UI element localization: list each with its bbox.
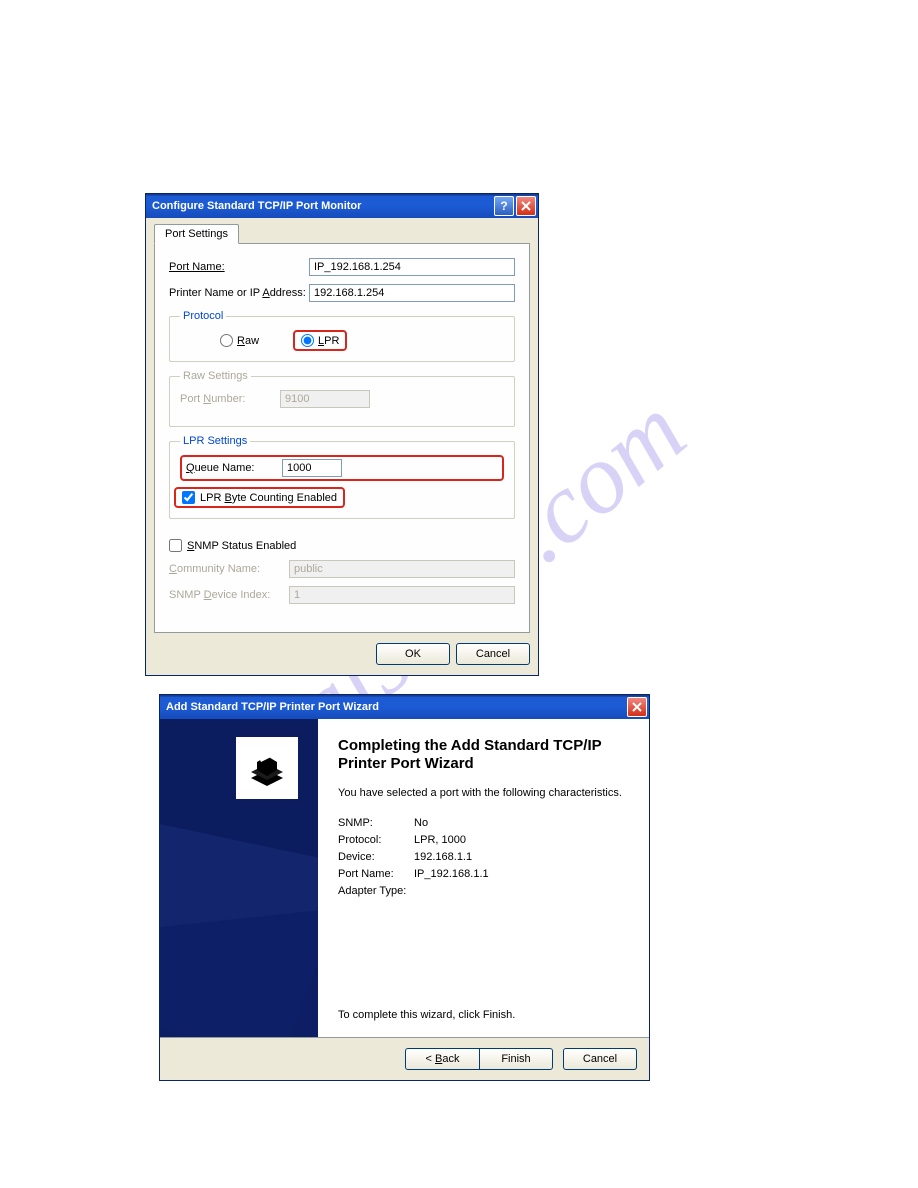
configure-port-dialog: Configure Standard TCP/IP Port Monitor ?… xyxy=(145,193,539,676)
lpr-settings-legend: LPR Settings xyxy=(180,435,250,447)
wizard-heading: Completing the Add Standard TCP/IP Print… xyxy=(338,737,629,773)
cancel-button[interactable]: Cancel xyxy=(563,1048,637,1070)
tab-port-settings[interactable]: Port Settings xyxy=(154,224,239,244)
port-name-input[interactable] xyxy=(309,258,515,276)
dialog-title: Add Standard TCP/IP Printer Port Wizard xyxy=(166,701,627,713)
port-number-input xyxy=(280,390,370,408)
wizard-subtext: You have selected a port with the follow… xyxy=(338,787,629,799)
help-button[interactable]: ? xyxy=(494,196,514,216)
printer-icon xyxy=(236,737,298,799)
device-value: 192.168.1.1 xyxy=(414,851,472,863)
finish-button[interactable]: Finish xyxy=(479,1048,553,1070)
protocol-group: Protocol Raw LPR xyxy=(169,310,515,362)
snmp-label: SNMP: xyxy=(338,817,414,829)
ok-button[interactable]: OK xyxy=(376,643,450,665)
snmp-checkbox[interactable] xyxy=(169,539,182,552)
device-label: Device: xyxy=(338,851,414,863)
printer-address-input[interactable] xyxy=(309,284,515,302)
lpr-byte-counting[interactable]: LPR Byte Counting Enabled xyxy=(182,491,337,504)
port-name-label: Port Name: xyxy=(338,868,414,880)
wizard-main: Completing the Add Standard TCP/IP Print… xyxy=(318,719,649,1037)
close-button[interactable] xyxy=(516,196,536,216)
snmp-status[interactable]: SNMP Status Enabled xyxy=(169,539,515,552)
wizard-summary-table: SNMP:No Protocol:LPR, 1000 Device:192.16… xyxy=(338,817,629,902)
tab-panel: Port Name: Printer Name or IP Address: P… xyxy=(154,243,530,633)
community-label: Community Name: xyxy=(169,563,289,575)
protocol-label: Protocol: xyxy=(338,834,414,846)
dialog-title: Configure Standard TCP/IP Port Monitor xyxy=(152,200,494,212)
radio-raw-input[interactable] xyxy=(220,334,233,347)
snmp-index-input xyxy=(289,586,515,604)
wizard-footer: < Back Finish Cancel xyxy=(160,1037,649,1080)
queue-name-label: Queue Name: xyxy=(186,462,282,474)
lpr-byte-checkbox[interactable] xyxy=(182,491,195,504)
snmp-index-label: SNMP Device Index: xyxy=(169,589,289,601)
adapter-type-label: Adapter Type: xyxy=(338,885,414,897)
port-name-value: IP_192.168.1.1 xyxy=(414,868,489,880)
printer-address-label: Printer Name or IP Address: xyxy=(169,287,309,299)
protocol-legend: Protocol xyxy=(180,310,226,322)
queue-name-input[interactable] xyxy=(282,459,342,477)
snmp-value: No xyxy=(414,817,428,829)
raw-settings-legend: Raw Settings xyxy=(180,370,251,382)
wizard-sidebar xyxy=(160,719,318,1037)
protocol-value: LPR, 1000 xyxy=(414,834,466,846)
radio-lpr-input[interactable] xyxy=(301,334,314,347)
lpr-settings-group: LPR Settings Queue Name: LPR Byte Counti… xyxy=(169,435,515,519)
add-port-wizard-dialog: Add Standard TCP/IP Printer Port Wizard … xyxy=(159,694,650,1081)
port-name-label: Port Name: xyxy=(169,261,309,273)
close-button[interactable] xyxy=(627,697,647,717)
radio-lpr[interactable]: LPR xyxy=(301,334,339,347)
community-input xyxy=(289,560,515,578)
titlebar[interactable]: Configure Standard TCP/IP Port Monitor ? xyxy=(146,194,538,218)
port-number-label: Port Number: xyxy=(180,393,280,405)
radio-raw[interactable]: Raw xyxy=(220,334,259,347)
cancel-button[interactable]: Cancel xyxy=(456,643,530,665)
back-button[interactable]: < Back xyxy=(405,1048,479,1070)
titlebar[interactable]: Add Standard TCP/IP Printer Port Wizard xyxy=(160,695,649,719)
highlight-lpr: LPR xyxy=(293,330,347,351)
raw-settings-group: Raw Settings Port Number: xyxy=(169,370,515,427)
snmp-group: SNMP Status Enabled Community Name: SNMP… xyxy=(169,527,515,614)
wizard-finish-note: To complete this wizard, click Finish. xyxy=(338,1009,629,1021)
